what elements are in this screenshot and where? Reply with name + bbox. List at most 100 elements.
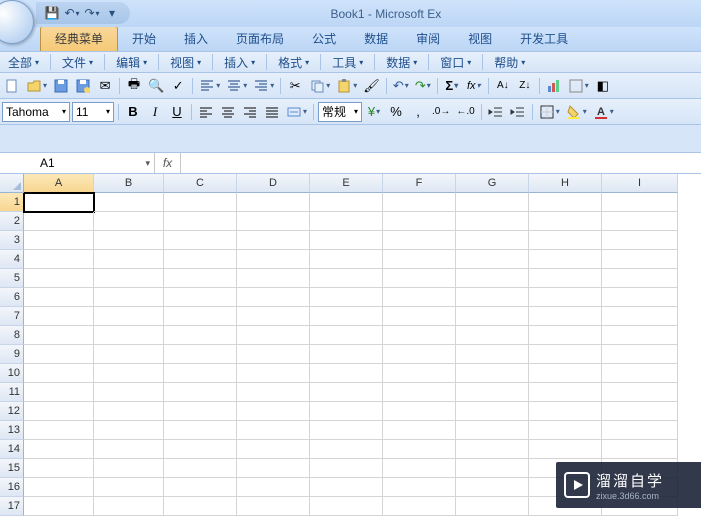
cell-F1[interactable]	[383, 193, 456, 212]
decrease-decimal-icon[interactable]: ←.0	[454, 102, 476, 122]
cell-H1[interactable]	[529, 193, 602, 212]
cell-F2[interactable]	[383, 212, 456, 231]
cell-D5[interactable]	[237, 269, 310, 288]
cell-G15[interactable]	[456, 459, 529, 478]
cell-G11[interactable]	[456, 383, 529, 402]
cell-A13[interactable]	[24, 421, 94, 440]
cell-E5[interactable]	[310, 269, 383, 288]
cell-F3[interactable]	[383, 231, 456, 250]
percent-icon[interactable]: %	[386, 102, 406, 122]
select-all-corner[interactable]	[0, 174, 24, 193]
menu-data[interactable]: 数据	[380, 52, 423, 73]
fx-button[interactable]: fx	[155, 153, 181, 173]
row-header-13[interactable]: 13	[0, 421, 24, 440]
font-size-combo[interactable]: 11▾	[72, 102, 114, 122]
cell-F12[interactable]	[383, 402, 456, 421]
cell-F15[interactable]	[383, 459, 456, 478]
column-header-A[interactable]: A	[24, 174, 94, 193]
cell-C6[interactable]	[164, 288, 237, 307]
cell-C12[interactable]	[164, 402, 237, 421]
cell-D11[interactable]	[237, 383, 310, 402]
cell-H5[interactable]	[529, 269, 602, 288]
row-header-1[interactable]: 1	[0, 193, 24, 212]
qat-more-icon[interactable]: ▾	[104, 5, 120, 21]
cell-A10[interactable]	[24, 364, 94, 383]
increase-decimal-icon[interactable]: .0→	[430, 102, 452, 122]
fx-insert-icon[interactable]: fx	[464, 76, 484, 96]
cell-C13[interactable]	[164, 421, 237, 440]
row-header-14[interactable]: 14	[0, 440, 24, 459]
cell-E4[interactable]	[310, 250, 383, 269]
cell-C2[interactable]	[164, 212, 237, 231]
cell-E14[interactable]	[310, 440, 383, 459]
tab-developer[interactable]: 开发工具	[506, 27, 582, 51]
row-header-6[interactable]: 6	[0, 288, 24, 307]
open-icon[interactable]	[24, 76, 49, 96]
cell-B14[interactable]	[94, 440, 164, 459]
column-header-I[interactable]: I	[602, 174, 678, 193]
align-left-button[interactable]	[196, 102, 216, 122]
cell-B5[interactable]	[94, 269, 164, 288]
object-icon[interactable]: ◧	[593, 76, 613, 96]
drawing-icon[interactable]	[566, 76, 591, 96]
cell-A3[interactable]	[24, 231, 94, 250]
cell-I12[interactable]	[602, 402, 678, 421]
cell-B16[interactable]	[94, 478, 164, 497]
cell-H9[interactable]	[529, 345, 602, 364]
cell-D9[interactable]	[237, 345, 310, 364]
name-box[interactable]: A1	[0, 153, 155, 173]
currency-icon[interactable]: ¥	[364, 102, 384, 122]
cell-G6[interactable]	[456, 288, 529, 307]
align-center-button[interactable]	[218, 102, 238, 122]
number-format-combo[interactable]: 常规▾	[318, 102, 362, 122]
cell-C9[interactable]	[164, 345, 237, 364]
cell-C5[interactable]	[164, 269, 237, 288]
merge-cells-button[interactable]	[284, 102, 309, 122]
cell-I9[interactable]	[602, 345, 678, 364]
cell-C16[interactable]	[164, 478, 237, 497]
cell-B6[interactable]	[94, 288, 164, 307]
cell-B17[interactable]	[94, 497, 164, 516]
cell-G9[interactable]	[456, 345, 529, 364]
row-header-9[interactable]: 9	[0, 345, 24, 364]
cell-E15[interactable]	[310, 459, 383, 478]
cell-E2[interactable]	[310, 212, 383, 231]
save-icon[interactable]: 💾	[44, 5, 60, 21]
row-header-3[interactable]: 3	[0, 231, 24, 250]
undo-button[interactable]: ↶	[391, 76, 411, 96]
decrease-indent-icon[interactable]	[486, 102, 506, 122]
tab-formulas[interactable]: 公式	[298, 27, 350, 51]
sort-desc-icon[interactable]: Z↓	[515, 76, 535, 96]
cell-C4[interactable]	[164, 250, 237, 269]
font-color-icon[interactable]: A	[591, 102, 616, 122]
cell-I8[interactable]	[602, 326, 678, 345]
cell-B4[interactable]	[94, 250, 164, 269]
row-header-4[interactable]: 4	[0, 250, 24, 269]
cell-G10[interactable]	[456, 364, 529, 383]
email-icon[interactable]: ✉	[95, 76, 115, 96]
italic-button[interactable]: I	[145, 102, 165, 122]
cell-H7[interactable]	[529, 307, 602, 326]
column-header-B[interactable]: B	[94, 174, 164, 193]
cell-A8[interactable]	[24, 326, 94, 345]
cell-I13[interactable]	[602, 421, 678, 440]
cell-H3[interactable]	[529, 231, 602, 250]
tab-view[interactable]: 视图	[454, 27, 506, 51]
cell-F11[interactable]	[383, 383, 456, 402]
column-header-D[interactable]: D	[237, 174, 310, 193]
print-icon[interactable]: 🖶	[124, 76, 144, 96]
cell-H8[interactable]	[529, 326, 602, 345]
column-header-G[interactable]: G	[456, 174, 529, 193]
cell-A14[interactable]	[24, 440, 94, 459]
save-as-icon[interactable]	[73, 76, 93, 96]
menu-window[interactable]: 窗口	[434, 52, 477, 73]
cell-I6[interactable]	[602, 288, 678, 307]
cell-I1[interactable]	[602, 193, 678, 212]
column-header-E[interactable]: E	[310, 174, 383, 193]
cell-A9[interactable]	[24, 345, 94, 364]
cell-G2[interactable]	[456, 212, 529, 231]
cell-A16[interactable]	[24, 478, 94, 497]
cell-D17[interactable]	[237, 497, 310, 516]
cell-I11[interactable]	[602, 383, 678, 402]
copy-icon[interactable]	[307, 76, 332, 96]
